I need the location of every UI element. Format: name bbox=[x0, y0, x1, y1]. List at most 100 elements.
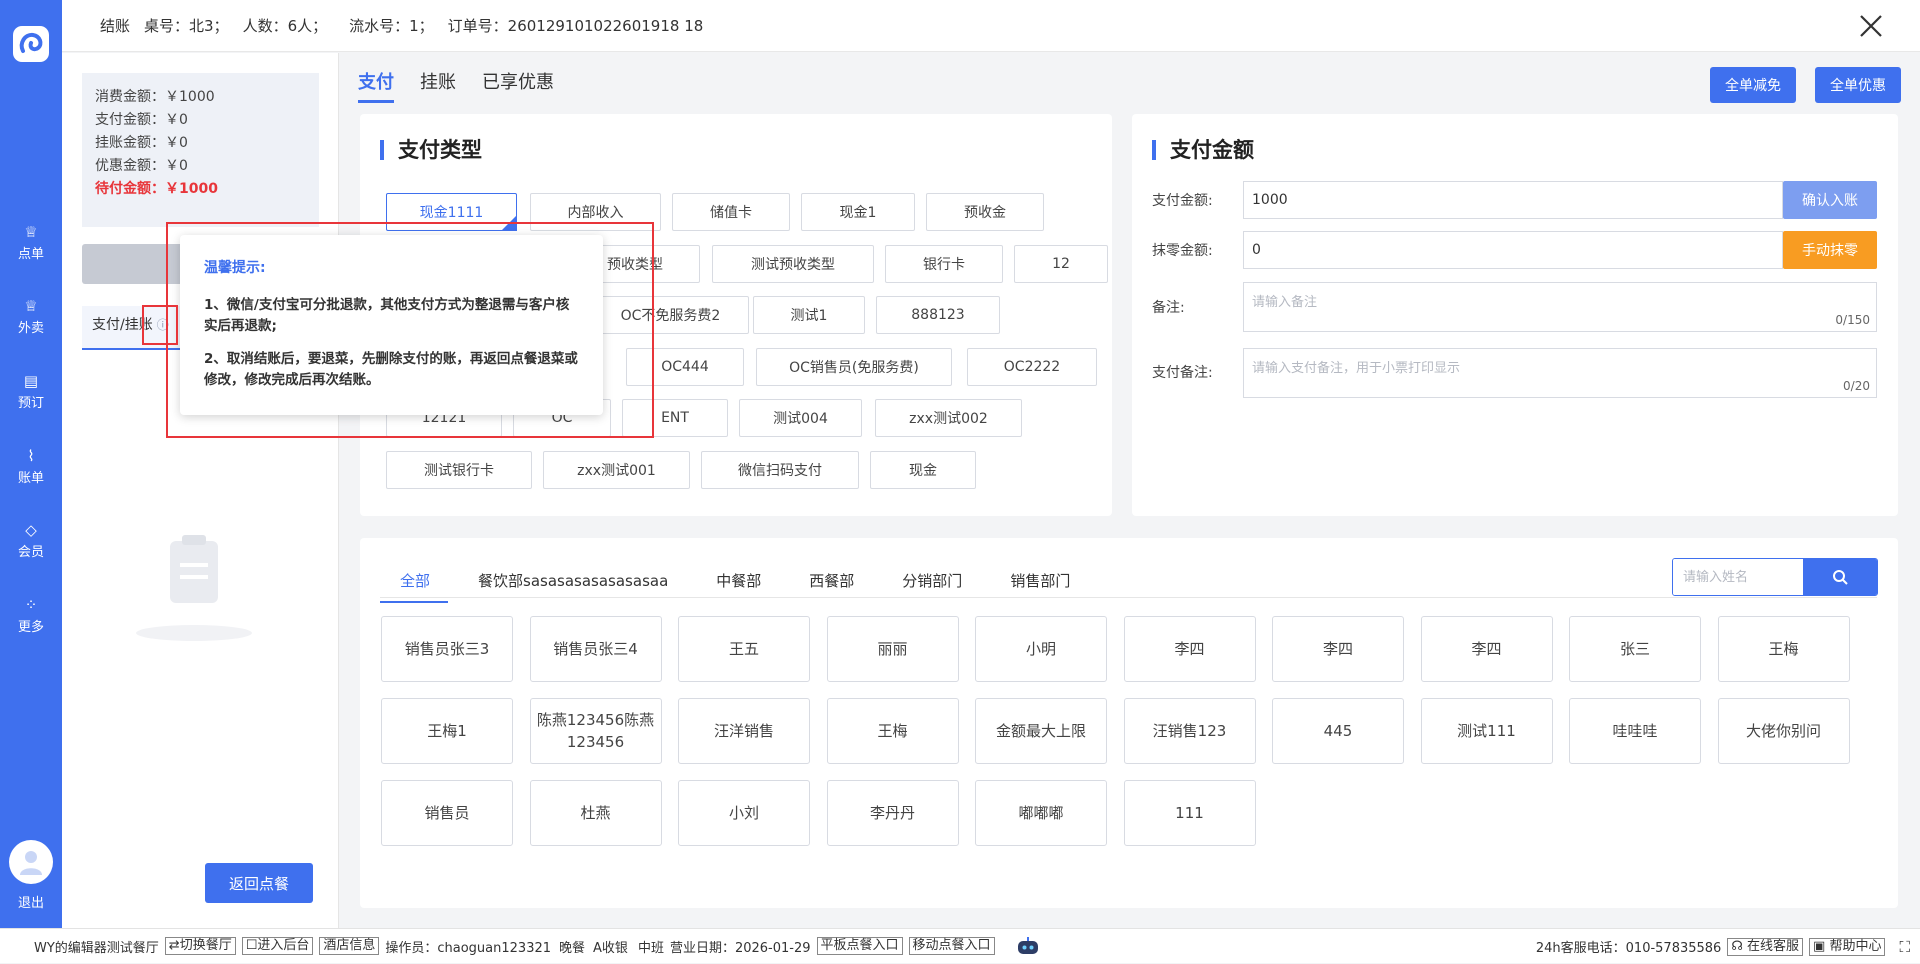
empty-clipboard-icon bbox=[136, 535, 252, 641]
salesperson-button[interactable]: 杜燕 bbox=[529, 780, 662, 846]
pay-type-button[interactable]: 测试1 bbox=[753, 296, 865, 334]
pay-type-button[interactable]: 储值卡 bbox=[672, 193, 790, 231]
salesperson-button[interactable]: 小明 bbox=[975, 616, 1107, 682]
salesperson-button[interactable]: 王五 bbox=[678, 616, 810, 682]
salesperson-button[interactable]: 445 bbox=[1272, 698, 1404, 764]
pay-type-button[interactable]: 现金1 bbox=[801, 193, 915, 231]
salesperson-button[interactable]: 小刘 bbox=[678, 780, 810, 846]
highlight-frame bbox=[142, 305, 178, 345]
operator: 操作员：chaoguan123321 bbox=[385, 940, 552, 956]
tab-pay[interactable]: 支付 bbox=[358, 68, 394, 103]
online-service-button[interactable]: ☊ 在线客服 bbox=[1727, 937, 1804, 956]
store-name: WY的编辑器测试餐厅 bbox=[34, 940, 159, 956]
name-search bbox=[1672, 558, 1878, 596]
salesperson-button[interactable]: 销售员张三4 bbox=[529, 616, 662, 682]
tab-enjoyed-discount[interactable]: 已享优惠 bbox=[482, 68, 554, 103]
discount-amount: 优惠金额：￥0 bbox=[95, 158, 188, 174]
salesperson-button[interactable]: 李丹丹 bbox=[826, 780, 959, 846]
rail-item-takeout[interactable]: ♕ 外卖 bbox=[0, 297, 62, 336]
paid-amount: 支付金额：￥0 bbox=[95, 112, 188, 128]
diamond-icon: ◇ bbox=[25, 521, 37, 539]
salesperson-button[interactable]: 嘟嘟嘟 bbox=[975, 780, 1107, 846]
header-guests: 人数：6人； bbox=[242, 17, 328, 35]
logout-button[interactable]: 退出 bbox=[0, 892, 62, 911]
salesperson-button[interactable]: 测试111 bbox=[1420, 698, 1553, 764]
salesperson-button[interactable]: 111 bbox=[1123, 780, 1256, 846]
mobile-entry-button[interactable]: 移动点餐入口 bbox=[908, 937, 995, 955]
tabs-divider bbox=[380, 597, 1877, 598]
enter-backend-button[interactable]: ☐进入后台 bbox=[241, 937, 314, 955]
tablet-entry-button[interactable]: 平板点餐入口 bbox=[816, 937, 903, 955]
rail-item-more[interactable]: ⁘ 更多 bbox=[0, 596, 62, 635]
amount-summary: 消费金额：￥1000 支付金额：￥0 挂账金额：￥0 优惠金额：￥0 待付金额：… bbox=[82, 73, 319, 227]
salesperson-button[interactable]: 王梅1 bbox=[381, 698, 513, 764]
left-nav-rail: ♕ 点单 ♕ 外卖 ▤ 预订 ⌇ 账单 ◇ 会员 ⁘ 更多 退出 bbox=[0, 0, 62, 928]
salesperson-button[interactable]: 汪洋销售 bbox=[678, 698, 810, 764]
pay-type-button[interactable]: OC销售员(免服务费) bbox=[756, 348, 952, 386]
tab-credit[interactable]: 挂账 bbox=[420, 68, 456, 103]
salesperson-button[interactable]: 王梅 bbox=[826, 698, 959, 764]
pay-type-button[interactable]: 测试银行卡 bbox=[386, 451, 532, 489]
pay-type-button[interactable]: 12 bbox=[1014, 245, 1108, 283]
pay-type-button[interactable]: 测试预收类型 bbox=[712, 245, 874, 283]
rail-item-reservation[interactable]: ▤ 预订 bbox=[0, 372, 62, 411]
chef-hat-icon: ♕ bbox=[24, 223, 38, 241]
status-right: 24h客服电话：010-57835586 ☊ 在线客服 ▣ 帮助中心 ⛶ bbox=[1530, 929, 1910, 964]
manual-round-button[interactable]: 手动抹零 bbox=[1783, 231, 1877, 269]
salesperson-button[interactable]: 王梅 bbox=[1717, 616, 1850, 682]
status-bar: WY的编辑器测试餐厅 ⇄切换餐厅 ☐进入后台 酒店信息 操作员：chaoguan… bbox=[0, 928, 1920, 963]
pay-type-button[interactable]: 888123 bbox=[876, 296, 1000, 334]
avatar[interactable] bbox=[9, 840, 53, 884]
full-discount-button[interactable]: 全单优惠 bbox=[1815, 67, 1901, 103]
salesperson-button[interactable]: 陈燕123456陈燕123456 bbox=[529, 698, 662, 764]
switch-store-button[interactable]: ⇄切换餐厅 bbox=[164, 937, 236, 955]
pay-type-button[interactable]: 预收金 bbox=[926, 193, 1044, 231]
rail-item-member[interactable]: ◇ 会员 bbox=[0, 521, 62, 560]
pay-type-button[interactable]: OC2222 bbox=[967, 348, 1097, 386]
pay-amount-input[interactable]: 1000 bbox=[1243, 181, 1783, 219]
amount-label: 支付金额: bbox=[1152, 193, 1213, 209]
name-search-input[interactable] bbox=[1673, 559, 1803, 595]
search-button[interactable] bbox=[1803, 559, 1877, 595]
pay-type-button[interactable]: zxx测试002 bbox=[875, 399, 1022, 437]
pay-type-button[interactable]: 银行卡 bbox=[885, 245, 1003, 283]
salesperson-button[interactable]: 金额最大上限 bbox=[975, 698, 1107, 764]
salesperson-button[interactable]: 销售员 bbox=[381, 780, 513, 846]
help-center-button[interactable]: ▣ 帮助中心 bbox=[1809, 937, 1886, 956]
pay-type-button[interactable]: zxx测试001 bbox=[543, 451, 690, 489]
due-amount: 待付金额：￥1000 bbox=[95, 181, 218, 197]
reservation-icon: ▤ bbox=[23, 372, 39, 390]
salesperson-button[interactable]: 汪销售123 bbox=[1123, 698, 1256, 764]
back-to-order-button[interactable]: 返回点餐 bbox=[205, 863, 313, 903]
rail-item-order[interactable]: ♕ 点单 bbox=[0, 223, 62, 262]
salesperson-button[interactable]: 李四 bbox=[1272, 616, 1404, 682]
salesperson-button[interactable]: 大佬你别问 bbox=[1717, 698, 1850, 764]
salesperson-button[interactable]: 张三 bbox=[1569, 616, 1701, 682]
fullscreen-icon[interactable]: ⛶ bbox=[1899, 938, 1910, 956]
round-label: 抹零金额: bbox=[1152, 243, 1213, 259]
remark-counter: 0/150 bbox=[1835, 313, 1870, 327]
header-title: 结账 bbox=[100, 17, 131, 35]
grid-icon: ⁘ bbox=[24, 596, 38, 614]
confirm-entry-button[interactable]: 确认入账 bbox=[1783, 181, 1877, 219]
salesperson-button[interactable]: 哇哇哇 bbox=[1569, 698, 1701, 764]
cashier: A收银 bbox=[593, 940, 628, 956]
hotel-info-button[interactable]: 酒店信息 bbox=[319, 937, 380, 955]
pay-remark-textarea[interactable]: 请输入支付备注，用于小票打印显示 0/20 bbox=[1243, 348, 1877, 398]
robot-icon[interactable] bbox=[1015, 937, 1041, 955]
full-reduce-button[interactable]: 全单减免 bbox=[1710, 67, 1796, 103]
salesperson-button[interactable]: 李四 bbox=[1123, 616, 1256, 682]
salesperson-button[interactable]: 李四 bbox=[1420, 616, 1553, 682]
pay-amount-title: 支付金额 bbox=[1152, 140, 1254, 161]
round-amount-input[interactable]: 0 bbox=[1243, 231, 1783, 269]
remark-textarea[interactable]: 请输入备注 0/150 bbox=[1243, 282, 1877, 332]
credit-amount: 挂账金额：￥0 bbox=[95, 135, 188, 151]
salesperson-button[interactable]: 销售员张三3 bbox=[381, 616, 513, 682]
pay-type-button[interactable]: 现金 bbox=[870, 451, 976, 489]
salesperson-button[interactable]: 丽丽 bbox=[826, 616, 959, 682]
close-icon[interactable] bbox=[1858, 13, 1884, 39]
search-icon bbox=[1833, 570, 1848, 585]
rail-item-bills[interactable]: ⌇ 账单 bbox=[0, 447, 62, 486]
pay-type-button[interactable]: 测试004 bbox=[739, 399, 862, 437]
pay-type-button[interactable]: 微信扫码支付 bbox=[701, 451, 859, 489]
